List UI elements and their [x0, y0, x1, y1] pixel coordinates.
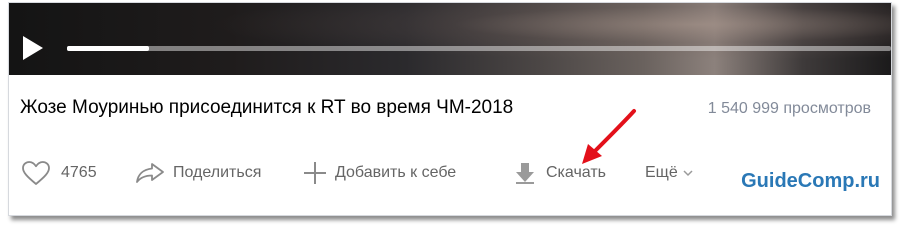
- progress-bar[interactable]: [67, 46, 891, 51]
- more-button[interactable]: Ещё: [645, 159, 693, 187]
- add-to-mine-label: Добавить к себе: [335, 164, 457, 181]
- watermark-logo: GuideComp.ru: [741, 170, 880, 192]
- download-arrow-icon: [516, 163, 534, 184]
- red-arrow-annotation: [582, 109, 636, 164]
- view-count: 1 540 999 просмотров: [707, 100, 871, 117]
- share-label: Поделиться: [173, 164, 262, 181]
- play-icon: [23, 36, 43, 60]
- video-title: Жозе Моуринью присоединится к RT во врем…: [20, 97, 514, 118]
- play-button[interactable]: [21, 35, 45, 61]
- heart-icon: [22, 161, 50, 185]
- share-arrow-icon: [136, 163, 164, 183]
- like-button[interactable]: 4765: [21, 159, 97, 187]
- plus-icon: [304, 162, 326, 184]
- video-player[interactable]: [9, 3, 891, 75]
- share-button[interactable]: Поделиться: [135, 159, 261, 187]
- video-frame: [9, 3, 891, 75]
- progress-fill: [67, 46, 150, 51]
- add-to-mine-button[interactable]: Добавить к себе: [303, 159, 456, 187]
- like-count: 4765: [61, 164, 97, 181]
- chevron-down-icon: [683, 170, 693, 177]
- more-label: Ещё: [645, 164, 678, 181]
